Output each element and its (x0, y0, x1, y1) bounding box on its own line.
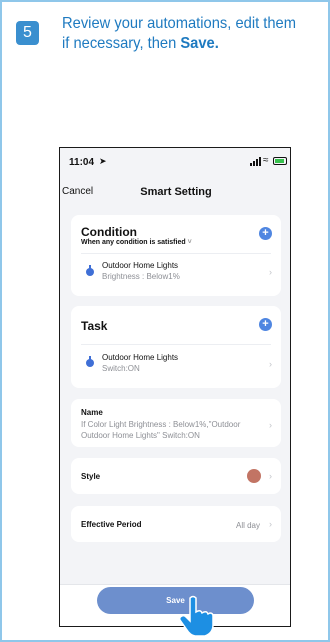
style-color-swatch (247, 469, 261, 483)
chevron-down-icon: ˅ (187, 239, 192, 246)
instruction-save-emphasis: Save. (180, 35, 219, 52)
pointing-hand-icon (179, 595, 214, 637)
signal-icon (250, 157, 262, 166)
page-title: Smart Setting (140, 186, 212, 198)
battery-icon (273, 157, 287, 165)
task-device-detail: Switch:ON (102, 364, 140, 373)
style-label: Style (81, 472, 101, 481)
chevron-right-icon: › (269, 471, 272, 481)
instruction-text: Review your automations, edit them if ne… (62, 14, 297, 54)
divider (81, 253, 271, 254)
task-card: Task + Outdoor Home Lights Switch:ON › (71, 306, 281, 388)
nav-bar: Cancel Smart Setting (60, 184, 290, 202)
condition-mode-label: When any condition is satisfied (81, 239, 186, 246)
status-time: 11:04 (69, 157, 95, 168)
light-bulb-icon (85, 356, 95, 368)
location-arrow-icon: ➤ (99, 156, 107, 166)
condition-device-detail: Brightness : Below1% (102, 272, 180, 281)
divider (81, 344, 271, 345)
wifi-icon: ≈ (263, 155, 269, 166)
chevron-right-icon: › (269, 267, 272, 277)
instruction-body: Review your automations, edit them if ne… (62, 15, 296, 52)
light-bulb-icon (85, 265, 95, 277)
chevron-right-icon: › (269, 519, 272, 529)
chevron-right-icon: › (269, 359, 272, 369)
condition-device-name: Outdoor Home Lights (102, 261, 179, 270)
style-row[interactable]: Style › (71, 458, 281, 494)
add-task-button[interactable]: + (259, 318, 272, 331)
add-condition-button[interactable]: + (259, 227, 272, 240)
effective-period-value: All day (235, 521, 260, 530)
task-title: Task (81, 319, 108, 333)
effective-period-row[interactable]: Effective Period All day › (71, 506, 281, 542)
phone-screen: 11:04 ➤ ≈ Cancel Smart Setting Condition… (59, 147, 291, 627)
status-bar: 11:04 ➤ ≈ (60, 148, 290, 174)
name-row[interactable]: Name If Color Light Brightness : Below1%… (71, 399, 281, 447)
name-value: If Color Light Brightness : Below1%,"Out… (81, 420, 241, 440)
name-label: Name (81, 408, 103, 417)
task-device-name: Outdoor Home Lights (102, 353, 179, 362)
condition-card: Condition When any condition is satisfie… (71, 215, 281, 296)
condition-mode-dropdown[interactable]: When any condition is satisfied ˅ (81, 239, 192, 246)
step-number-badge: 5 (16, 21, 39, 45)
condition-title: Condition (81, 225, 137, 239)
effective-period-label: Effective Period (81, 520, 142, 529)
chevron-right-icon: › (269, 420, 272, 430)
